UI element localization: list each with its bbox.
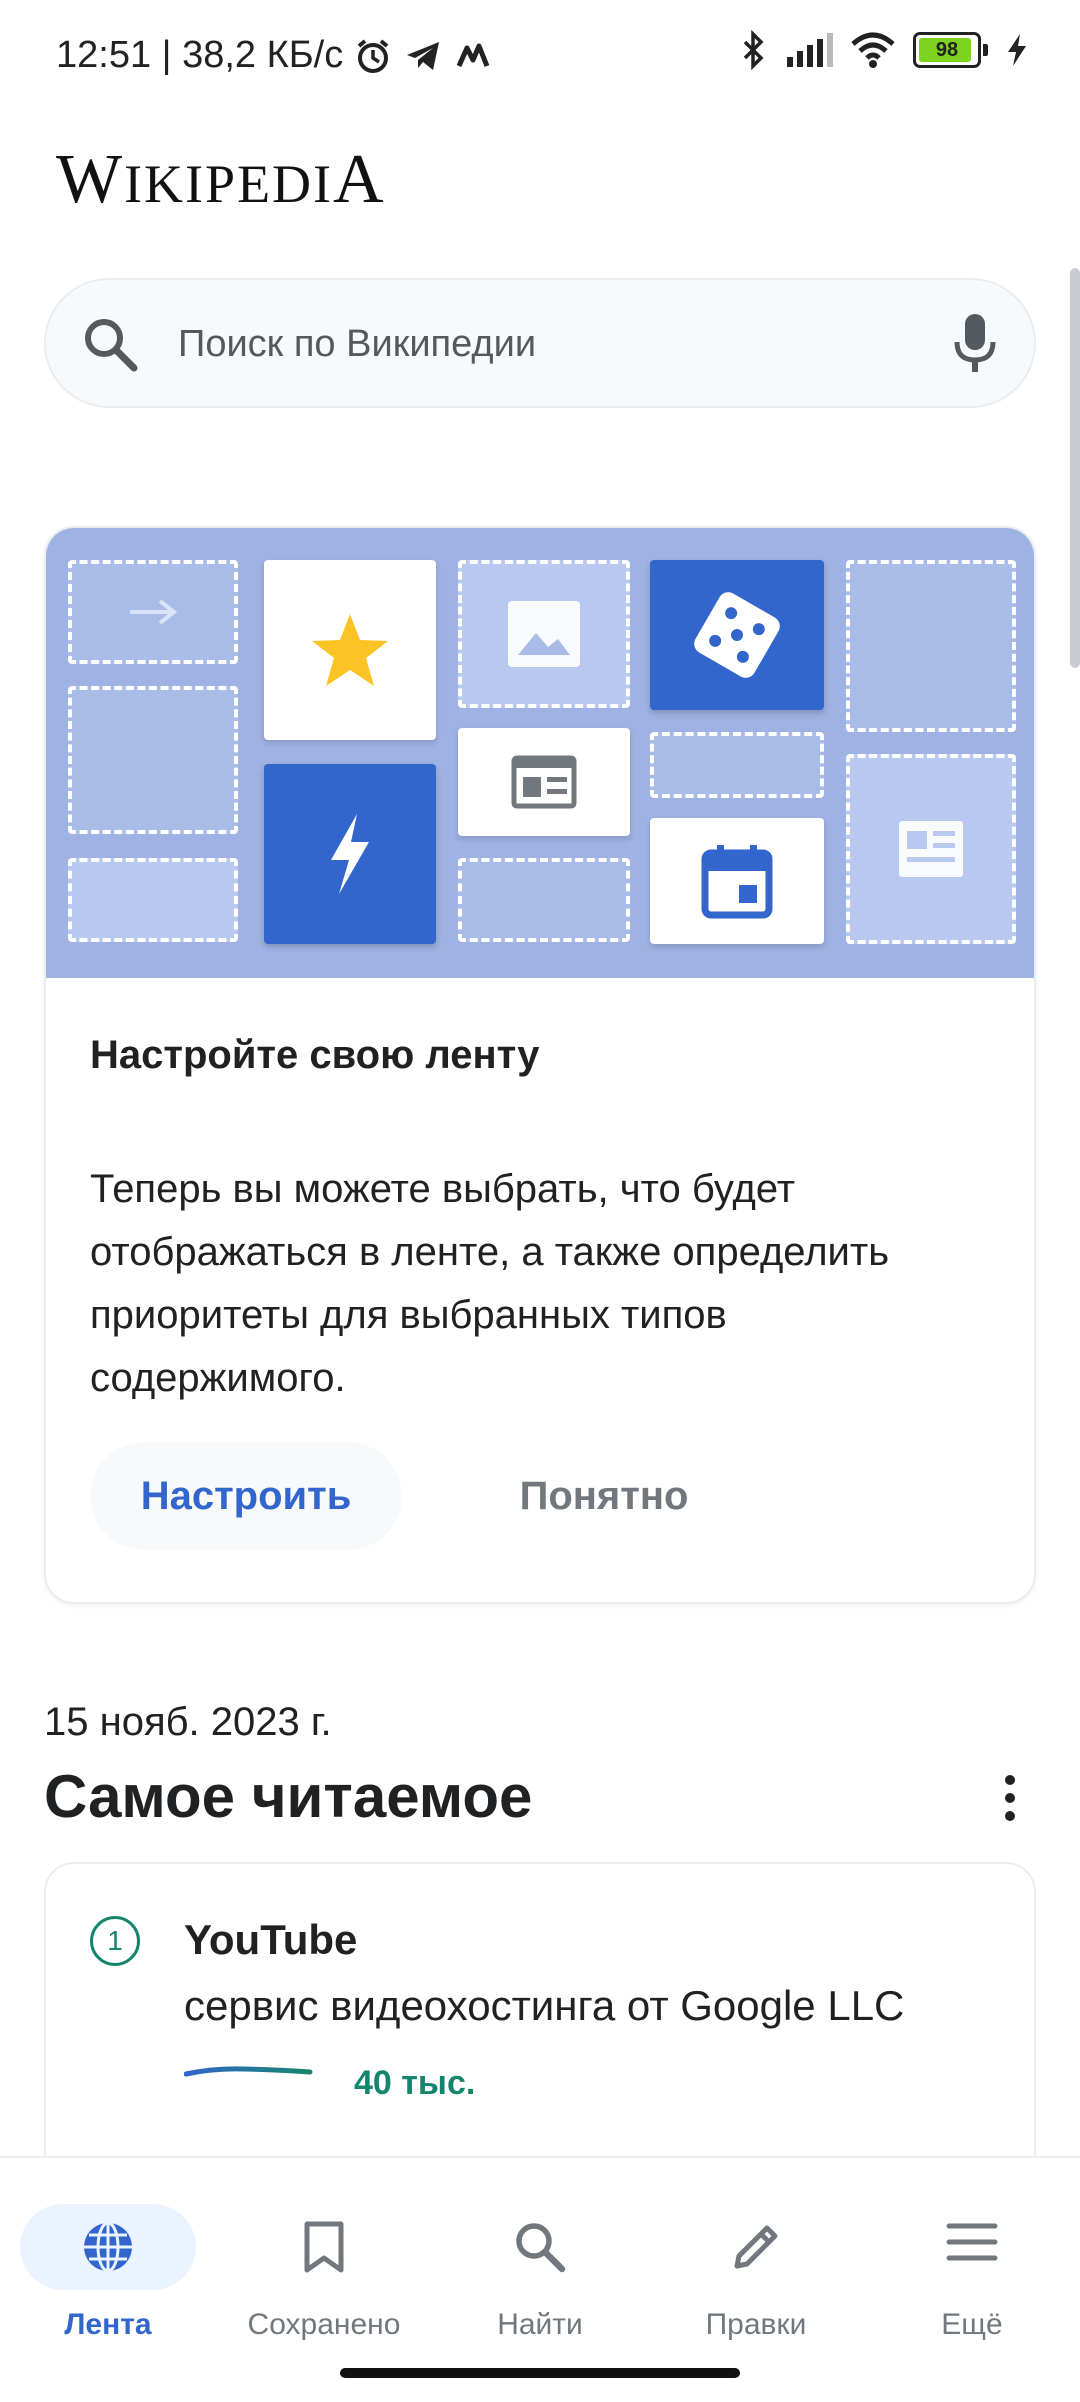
nav-item-saved[interactable]: Сохранено xyxy=(216,2180,432,2341)
section-title: Самое читаемое xyxy=(44,1763,533,1830)
placeholder-tile xyxy=(68,560,238,664)
placeholder-tile xyxy=(846,560,1016,732)
news-icon xyxy=(511,755,577,809)
pencil-icon xyxy=(734,2225,778,2269)
battery-indicator: 98 xyxy=(913,32,981,68)
pageviews-sparkline xyxy=(184,2066,313,2077)
bottom-navigation: Лента Сохранено Найти Правки Ещё xyxy=(0,2156,1080,2402)
trending-tile xyxy=(264,764,436,944)
nav-item-more[interactable]: Ещё xyxy=(864,2180,1080,2341)
bluetooth-icon xyxy=(743,30,764,70)
alarm-icon xyxy=(357,38,389,73)
search-input[interactable] xyxy=(176,310,940,378)
home-indicator[interactable] xyxy=(340,2368,740,2378)
pageviews-count: 40 тыс. xyxy=(354,2064,476,2102)
app-notification-icon xyxy=(456,43,490,67)
customize-feed-card: Настройте свою ленту Теперь вы можете вы… xyxy=(44,526,1036,1604)
card-description: Теперь вы можете выбрать, что будет отоб… xyxy=(90,1167,890,1400)
status-left: 12:51 | 38,2 КБ/с xyxy=(56,34,493,77)
battery-level: 98 xyxy=(935,38,959,61)
article-description: сервис видеохостинга от Google LLC xyxy=(184,1982,905,2029)
wikipedia-logo: WIKIPEDIA xyxy=(56,141,386,218)
image-icon xyxy=(508,601,580,667)
status-bar: 12:51 | 38,2 КБ/с 98 xyxy=(0,0,1080,116)
bookmark-icon xyxy=(304,2221,344,2273)
star-icon xyxy=(312,614,388,686)
placeholder-tile xyxy=(458,858,630,942)
article-icon xyxy=(899,821,963,877)
article-title[interactable]: YouTube xyxy=(184,1916,357,1964)
wifi-icon xyxy=(851,32,895,68)
telegram-icon xyxy=(407,41,440,70)
nav-label: Найти xyxy=(497,2308,583,2341)
placeholder-tile xyxy=(68,686,238,834)
article-tile xyxy=(846,754,1016,944)
search-bar[interactable] xyxy=(44,278,1036,408)
nav-label: Лента xyxy=(64,2308,152,2341)
dice-icon xyxy=(694,592,780,678)
globe-icon xyxy=(84,2221,132,2273)
got-it-button[interactable]: Понятно xyxy=(454,1442,754,1550)
nav-label: Ещё xyxy=(941,2308,1003,2341)
scrollbar[interactable] xyxy=(1070,268,1080,668)
signal-icon xyxy=(787,33,833,67)
nav-item-feed[interactable]: Лента xyxy=(0,2180,216,2341)
arrow-right-icon xyxy=(130,599,178,625)
news-tile xyxy=(458,728,630,836)
search-icon xyxy=(516,2223,566,2273)
status-right: 98 xyxy=(739,30,1028,70)
nav-item-search[interactable]: Найти xyxy=(432,2180,648,2341)
rank-badge: 1 xyxy=(90,1916,140,1966)
search-icon xyxy=(85,319,138,372)
overflow-menu-icon[interactable] xyxy=(980,1768,1040,1828)
card-illustration xyxy=(46,528,1034,978)
nav-label: Сохранено xyxy=(247,2308,401,2341)
card-title: Настройте свою ленту xyxy=(90,1033,540,1077)
random-tile xyxy=(650,560,824,710)
status-time-speed: 12:51 | 38,2 КБ/с xyxy=(56,34,344,76)
placeholder-tile xyxy=(650,732,824,798)
section-date: 15 нояб. 2023 г. xyxy=(44,1700,332,1744)
picture-tile xyxy=(458,560,630,708)
nav-label: Правки xyxy=(705,2308,807,2341)
calendar-icon xyxy=(701,845,773,919)
nav-item-edits[interactable]: Правки xyxy=(648,2180,864,2341)
featured-tile xyxy=(264,560,436,740)
menu-icon xyxy=(946,2223,998,2261)
lightning-icon xyxy=(331,814,369,894)
charging-icon xyxy=(1008,34,1026,66)
placeholder-tile xyxy=(68,858,238,942)
customize-button[interactable]: Настроить xyxy=(90,1442,402,1550)
microphone-icon[interactable] xyxy=(952,312,998,376)
on-this-day-tile xyxy=(650,818,824,944)
